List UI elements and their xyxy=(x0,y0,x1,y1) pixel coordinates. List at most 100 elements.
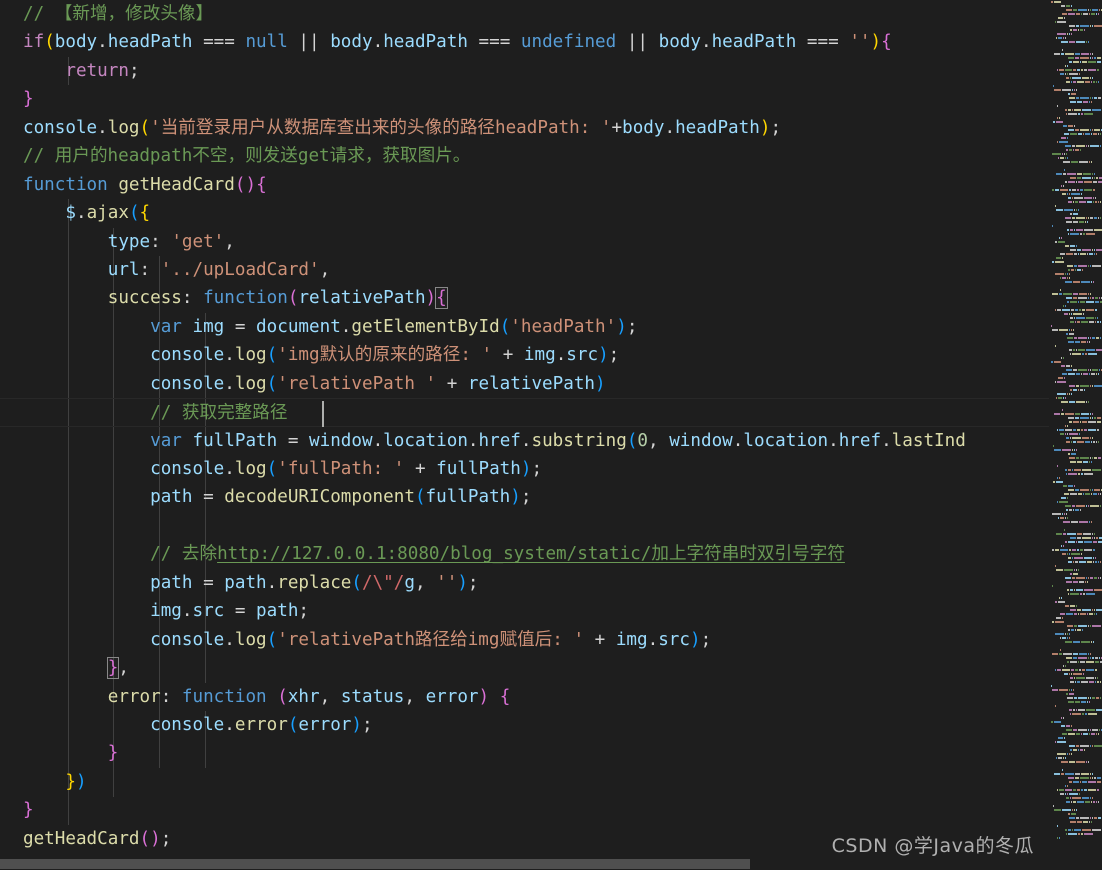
code-line-blank[interactable] xyxy=(0,512,1049,540)
code-token-identifier: path xyxy=(150,487,193,508)
code-token-operator: ; xyxy=(626,316,638,337)
code-token-operator: . xyxy=(97,117,108,138)
code-token-operator: , xyxy=(648,430,659,451)
code-token-identifier: body xyxy=(622,117,665,138)
code-token-operator: ; xyxy=(608,345,620,366)
code-token-identifier: console xyxy=(150,345,225,366)
code-line[interactable]: console.log('img默认的原来的路径: ' + img.src); xyxy=(0,341,1049,369)
code-token-operator: + xyxy=(594,629,606,650)
code-token-property: headPath xyxy=(711,32,797,53)
code-token-operator: ; xyxy=(298,601,310,622)
code-line[interactable]: }) xyxy=(0,768,1049,796)
code-line[interactable]: var img = document.getElementById('headP… xyxy=(0,313,1049,341)
editor-code-area[interactable]: // 【新增，修改头像】 if(body.headPath === null |… xyxy=(0,0,1049,858)
minimap[interactable] xyxy=(1049,0,1102,858)
comment-link[interactable]: http://127.0.0.1:8080/blog_system/static… xyxy=(217,544,845,564)
code-token-operator: . xyxy=(520,430,532,451)
horizontal-scrollbar-thumb[interactable] xyxy=(0,859,750,869)
code-token-identifier: fullPath xyxy=(192,430,278,451)
code-token-identifier: document xyxy=(256,316,341,337)
code-token-identifier: path xyxy=(224,572,267,593)
code-line[interactable]: type: 'get', xyxy=(0,228,1049,256)
code-line[interactable]: }, xyxy=(0,654,1049,682)
code-line[interactable]: if(body.headPath === null || body.headPa… xyxy=(0,28,1049,56)
code-line[interactable]: // 用户的headpath不空，则发送get请求，获取图片。 xyxy=(0,142,1049,170)
code-token-bracket: ) xyxy=(870,32,882,53)
code-token-operator: + xyxy=(611,117,623,138)
code-line[interactable]: } xyxy=(0,796,1049,824)
code-token-operator: , xyxy=(404,686,415,707)
code-token-identifier: console xyxy=(150,629,225,650)
code-token-bracket: ) xyxy=(351,714,362,735)
code-token-bracket: ( xyxy=(44,32,55,53)
code-line[interactable]: getHeadCard(); xyxy=(0,825,1049,853)
code-line[interactable]: img.src = path; xyxy=(0,597,1049,625)
code-token-identifier: error xyxy=(298,714,352,735)
code-token-bracket: } xyxy=(107,743,119,764)
code-token-identifier: img xyxy=(192,316,225,337)
code-line-current[interactable]: // 获取完整路径 xyxy=(0,398,1049,427)
code-token-identifier: fullPath xyxy=(436,459,521,479)
code-token-operator: . xyxy=(224,459,235,479)
code-line[interactable]: var fullPath = window.location.href.subs… xyxy=(0,427,1049,455)
code-token-bracket: { xyxy=(881,32,892,53)
code-line[interactable]: function getHeadCard(){ xyxy=(0,171,1049,199)
code-token-operator: ; xyxy=(700,629,712,650)
code-token-identifier: img xyxy=(523,345,556,366)
code-line[interactable]: } xyxy=(0,739,1049,767)
code-token-operator: , xyxy=(319,259,331,280)
code-line[interactable]: console.log('当前登录用户从数据库查出来的头像的路径headPath… xyxy=(0,114,1049,142)
code-token-identifier: $ xyxy=(65,203,76,224)
code-token-function: lastInd xyxy=(891,430,966,451)
code-token-bracket: ( xyxy=(266,373,278,394)
code-line[interactable]: console.log('relativePath ' + relativePa… xyxy=(0,370,1049,398)
code-line[interactable]: // 去除http://127.0.0.1:8080/blog_system/s… xyxy=(0,540,1049,568)
code-line[interactable]: console.log('relativePath路径给img赋值后: ' + … xyxy=(0,626,1049,654)
code-token-identifier: body xyxy=(658,32,701,53)
code-token-property: src xyxy=(566,345,599,366)
minimap-slider[interactable] xyxy=(1049,0,1102,858)
code-editor[interactable]: // 【新增，修改头像】 if(body.headPath === null |… xyxy=(0,0,1102,870)
code-line[interactable]: success: function(relativePath){ xyxy=(0,284,1049,312)
code-token-function: log xyxy=(234,345,267,366)
code-token-comment: // 去除 xyxy=(150,544,218,565)
code-token-function: log xyxy=(234,459,267,479)
code-line[interactable]: $.ajax({ xyxy=(0,199,1049,227)
code-token-operator: . xyxy=(340,316,352,337)
code-token-property: location xyxy=(743,430,829,451)
code-line[interactable]: console.log('fullPath: ' + fullPath); xyxy=(0,455,1049,483)
code-token-operator: . xyxy=(75,203,87,224)
code-token-property: headPath xyxy=(675,117,760,138)
code-line[interactable]: // 【新增，修改头像】 xyxy=(0,0,1049,28)
code-token-bracket: ) xyxy=(598,345,609,366)
code-token-identifier: console xyxy=(150,373,225,394)
code-token-parameter: error xyxy=(425,686,479,707)
code-line[interactable]: } xyxy=(0,85,1049,113)
code-line[interactable]: return; xyxy=(0,57,1049,85)
code-token-parameter: relativePath xyxy=(298,288,426,309)
code-token-property: error xyxy=(107,686,161,707)
code-token-bracket: ( xyxy=(414,487,426,508)
horizontal-scrollbar[interactable] xyxy=(0,858,1049,870)
code-token-bracket: ( xyxy=(266,345,278,366)
code-token-operator: === xyxy=(796,32,850,53)
code-line[interactable]: path = path.replace(/\"/g, ''); xyxy=(0,569,1049,597)
code-token-operator: + xyxy=(414,459,426,479)
code-token-operator: || xyxy=(287,32,331,53)
code-line[interactable]: console.error(error); xyxy=(0,711,1049,739)
code-token-comment: // 【新增，修改头像】 xyxy=(23,4,214,24)
code-line[interactable]: error: function (xhr, status, error) { xyxy=(0,683,1049,711)
code-token-function: log xyxy=(234,373,267,394)
code-line[interactable]: url: '../upLoadCard', xyxy=(0,256,1049,284)
code-token-operator: : xyxy=(139,259,161,280)
code-line[interactable]: path = decodeURIComponent(fullPath); xyxy=(0,483,1049,511)
code-token-operator: ; xyxy=(160,828,172,849)
code-token-identifier: fullPath xyxy=(425,487,511,508)
code-token-identifier: window xyxy=(669,430,733,451)
code-token-property: type xyxy=(107,231,151,252)
code-token-identifier: img xyxy=(615,629,648,650)
code-token-bracket: ( xyxy=(266,629,278,650)
code-token-operator: . xyxy=(266,572,278,593)
code-token-operator: ; xyxy=(770,117,782,138)
code-token-identifier: console xyxy=(150,459,225,479)
